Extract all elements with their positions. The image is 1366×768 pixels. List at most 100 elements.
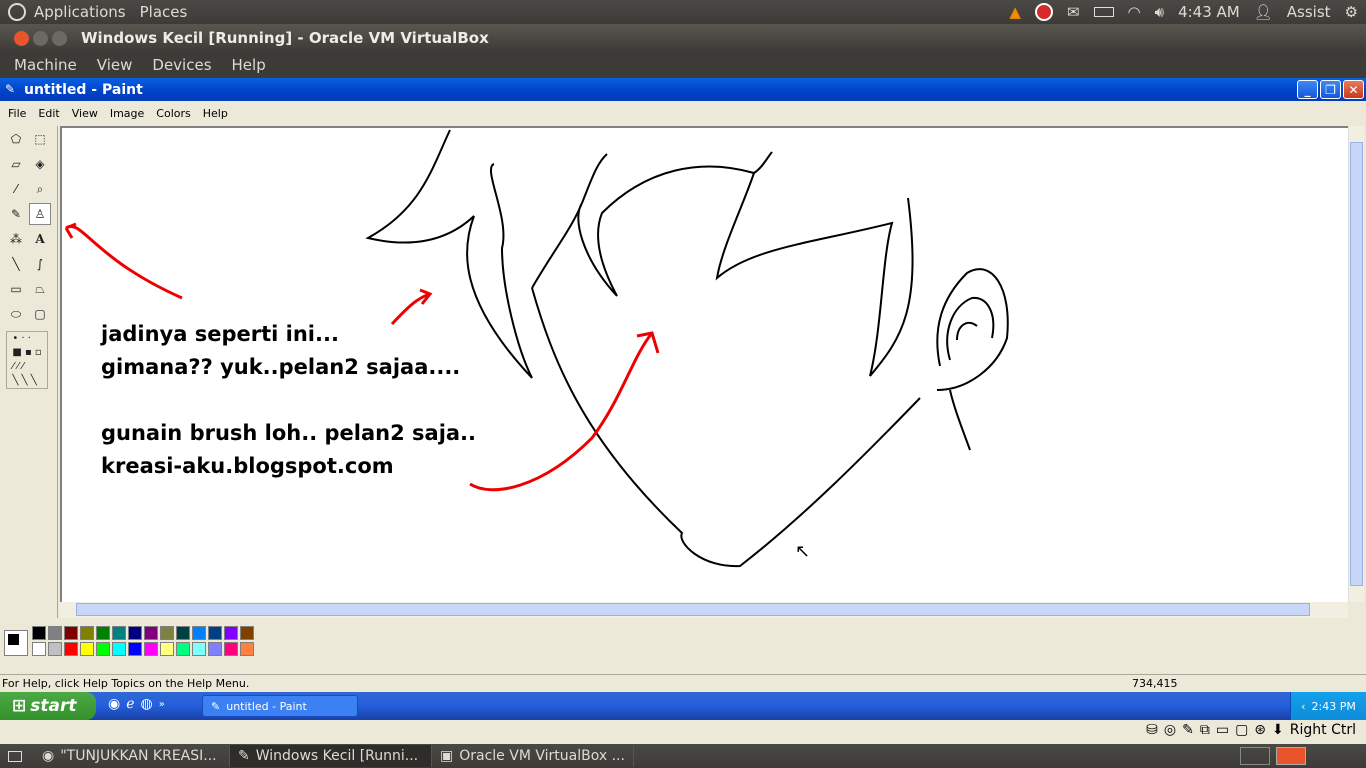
color-swatch[interactable] xyxy=(240,626,254,640)
menu-colors[interactable]: Colors xyxy=(156,107,190,120)
task-windows-kecil[interactable]: ✎ Windows Kecil [Runni... xyxy=(230,745,432,767)
workspace-switcher-active[interactable] xyxy=(1276,747,1306,765)
color-swatch[interactable] xyxy=(160,626,174,640)
places-menu[interactable]: Places xyxy=(140,3,188,21)
color-swatch[interactable] xyxy=(64,626,78,640)
menu-view[interactable]: View xyxy=(72,107,98,120)
show-desktop-icon[interactable] xyxy=(8,750,22,762)
restore-button[interactable]: ❐ xyxy=(1320,80,1341,99)
workspace-switcher[interactable] xyxy=(1240,747,1270,765)
chrome-icon[interactable]: ◉ xyxy=(108,696,120,712)
host-key-icon[interactable]: ⬇ xyxy=(1272,722,1284,738)
xp-clock[interactable]: 2:43 PM xyxy=(1312,700,1356,713)
polygon-icon[interactable]: ⏢ xyxy=(29,278,51,300)
tray-expand-icon[interactable]: ‹ xyxy=(1301,700,1305,713)
brush-shape-options-icon[interactable]: • · · ■ ▪ ▫ ⁄ ⁄ ⁄ ╲ ╲ ╲ xyxy=(6,331,48,389)
task-virtualbox-manager[interactable]: ▣ Oracle VM VirtualBox ... xyxy=(432,745,634,767)
battery-icon[interactable] xyxy=(1093,7,1114,17)
magnifier-icon[interactable]: ⌕ xyxy=(29,178,51,200)
color-swatch[interactable] xyxy=(208,626,222,640)
vlc-icon[interactable]: ▲ xyxy=(1009,3,1021,21)
color-swatch[interactable] xyxy=(192,626,206,640)
color-swatch[interactable] xyxy=(80,642,94,656)
drawing-canvas[interactable]: jadinya seperti ini... gimana?? yuk..pel… xyxy=(62,128,1348,602)
brush-icon[interactable]: ♙ xyxy=(29,203,51,225)
color-swatch[interactable] xyxy=(176,626,190,640)
minimize-icon[interactable] xyxy=(33,30,48,46)
close-button[interactable]: ✕ xyxy=(1343,80,1364,99)
rounded-rect-icon[interactable]: ▢ xyxy=(29,303,51,325)
menu-file[interactable]: File xyxy=(8,107,26,120)
cd-icon[interactable]: ◎ xyxy=(1164,722,1176,738)
color-swatch[interactable] xyxy=(160,642,174,656)
color-swatch[interactable] xyxy=(144,642,158,656)
ie-icon[interactable]: ℯ xyxy=(126,696,134,712)
text-icon[interactable]: A xyxy=(29,228,51,250)
color-swatch[interactable] xyxy=(128,642,142,656)
close-icon[interactable] xyxy=(14,30,29,46)
color-swatch[interactable] xyxy=(224,626,238,640)
current-colors[interactable] xyxy=(4,630,28,656)
fill-bucket-icon[interactable]: ◈ xyxy=(29,153,51,175)
color-swatch[interactable] xyxy=(192,642,206,656)
color-swatch[interactable] xyxy=(80,626,94,640)
clock[interactable]: 4:43 AM xyxy=(1178,3,1240,21)
menu-view[interactable]: View xyxy=(97,56,133,74)
vertical-scrollbar[interactable] xyxy=(1348,126,1364,602)
volume-icon[interactable]: 🔊︎ xyxy=(1155,3,1164,21)
color-swatch[interactable] xyxy=(240,642,254,656)
usb-icon[interactable]: ✎ xyxy=(1182,722,1194,738)
mail-icon[interactable]: ✉ xyxy=(1067,3,1080,21)
rectangle-icon[interactable]: ▭ xyxy=(5,278,27,300)
menu-image[interactable]: Image xyxy=(110,107,144,120)
capture-icon[interactable]: ▢ xyxy=(1235,722,1248,738)
minimize-button[interactable]: _ xyxy=(1297,80,1318,99)
hdd-icon[interactable]: ⛁ xyxy=(1146,722,1158,738)
menu-help[interactable]: Help xyxy=(232,56,266,74)
menu-machine[interactable]: Machine xyxy=(14,56,77,74)
free-select-icon[interactable]: ⬠ xyxy=(5,128,27,150)
ubuntu-logo-icon[interactable] xyxy=(8,3,26,21)
ellipse-icon[interactable]: ⬭ xyxy=(5,303,27,325)
color-swatch[interactable] xyxy=(224,642,238,656)
color-picker-icon[interactable]: ⁄ xyxy=(5,178,27,200)
rect-select-icon[interactable]: ⬚ xyxy=(29,128,51,150)
color-swatch[interactable] xyxy=(208,642,222,656)
color-swatch[interactable] xyxy=(48,626,62,640)
color-swatch[interactable] xyxy=(176,642,190,656)
horizontal-scrollbar[interactable] xyxy=(60,602,1348,618)
curve-icon[interactable]: ∫ xyxy=(29,253,51,275)
user-menu[interactable]: Assist xyxy=(1287,3,1331,21)
color-swatch[interactable] xyxy=(64,642,78,656)
line-icon[interactable]: ╲ xyxy=(5,253,27,275)
airbrush-icon[interactable]: ⁂ xyxy=(5,228,27,250)
more-icon[interactable]: » xyxy=(159,699,165,710)
start-button[interactable]: ⊞ start xyxy=(0,692,96,720)
color-swatch[interactable] xyxy=(32,642,46,656)
color-swatch[interactable] xyxy=(32,626,46,640)
taskbar-paint-button[interactable]: ✎ untitled - Paint xyxy=(202,695,358,717)
wifi-icon[interactable]: ◠ xyxy=(1128,3,1141,21)
menu-edit[interactable]: Edit xyxy=(38,107,59,120)
color-swatch[interactable] xyxy=(48,642,62,656)
color-swatch[interactable] xyxy=(128,626,142,640)
task-browser[interactable]: ◉ "TUNJUKKAN KREASI... xyxy=(34,745,230,767)
applications-menu[interactable]: Applications xyxy=(34,3,126,21)
eraser-icon[interactable]: ▱ xyxy=(5,153,27,175)
color-swatch[interactable] xyxy=(96,642,110,656)
user-icon[interactable]: 👤︎ xyxy=(1254,3,1273,21)
menu-help[interactable]: Help xyxy=(203,107,228,120)
menu-devices[interactable]: Devices xyxy=(152,56,211,74)
mouse-integration-icon[interactable]: ⊛ xyxy=(1254,722,1266,738)
pencil-icon[interactable]: ✎ xyxy=(5,203,27,225)
network-icon[interactable]: ⧉ xyxy=(1200,722,1210,738)
shared-folder-icon[interactable]: ▭ xyxy=(1216,722,1229,738)
stop-icon[interactable] xyxy=(1034,3,1053,21)
firefox-icon[interactable]: ◍ xyxy=(141,696,153,712)
color-swatch[interactable] xyxy=(144,626,158,640)
color-swatch[interactable] xyxy=(112,626,126,640)
color-swatch[interactable] xyxy=(112,642,126,656)
gear-icon[interactable]: ⚙ xyxy=(1345,3,1358,21)
color-swatch[interactable] xyxy=(96,626,110,640)
maximize-icon[interactable] xyxy=(52,30,67,46)
